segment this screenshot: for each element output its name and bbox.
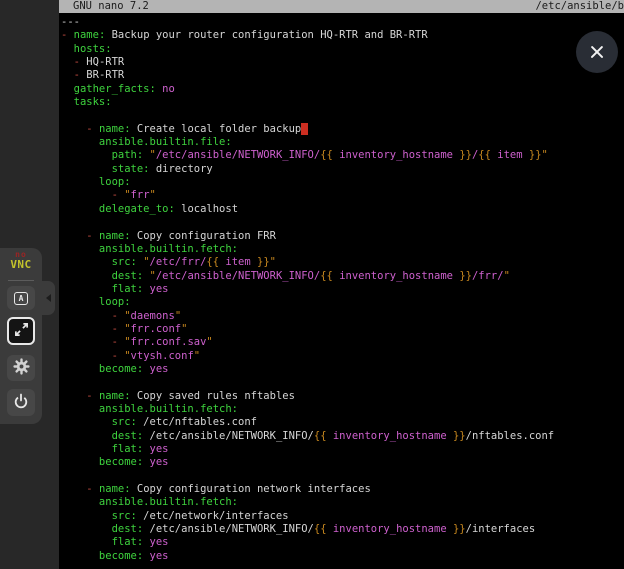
keyboard-button[interactable]: A bbox=[7, 286, 35, 310]
panel-divider bbox=[8, 280, 34, 281]
power-icon bbox=[13, 393, 29, 413]
nano-titlebar: GNU nano 7.2 /etc/ansible/b bbox=[59, 0, 624, 13]
code-line: - HQ-RTR bbox=[61, 56, 624, 69]
gear-icon bbox=[13, 358, 30, 379]
code-line: become: yes bbox=[61, 363, 624, 376]
code-line: become: yes bbox=[61, 456, 624, 469]
expand-icon bbox=[14, 322, 29, 341]
code-line: flat: yes bbox=[61, 536, 624, 549]
fullscreen-button[interactable] bbox=[7, 317, 35, 345]
code-line: src: "/etc/frr/{{ item }}" bbox=[61, 256, 624, 269]
code-line: delegate_to: localhost bbox=[61, 203, 624, 216]
code-line: flat: yes bbox=[61, 283, 624, 296]
code-line: - "frr.conf" bbox=[61, 323, 624, 336]
code-line bbox=[61, 216, 624, 229]
code-line: - name: Backup your router configuration… bbox=[61, 29, 624, 42]
code-line: ansible.builtin.fetch: bbox=[61, 403, 624, 416]
code-line: become: yes bbox=[61, 550, 624, 563]
code-line bbox=[61, 109, 624, 122]
code-line: path: "/etc/ansible/NETWORK_INFO/{{ inve… bbox=[61, 149, 624, 162]
code-line: - "frr" bbox=[61, 189, 624, 202]
code-line: src: /etc/nftables.conf bbox=[61, 416, 624, 429]
code-line: ansible.builtin.file: bbox=[61, 136, 624, 149]
code-line: --- bbox=[61, 16, 624, 29]
chevron-left-icon bbox=[46, 294, 51, 302]
editor-content[interactable]: ---- name: Backup your router configurat… bbox=[59, 13, 624, 563]
code-line: loop: bbox=[61, 176, 624, 189]
code-line: state: directory bbox=[61, 163, 624, 176]
code-line: - "frr.conf.sav" bbox=[61, 336, 624, 349]
code-line: - name: Copy configuration FRR bbox=[61, 230, 624, 243]
nano-version: GNU nano 7.2 bbox=[73, 0, 149, 13]
code-line: - name: Copy configuration network inter… bbox=[61, 483, 624, 496]
code-line: gather_facts: no bbox=[61, 83, 624, 96]
code-line: - BR-RTR bbox=[61, 69, 624, 82]
code-line: loop: bbox=[61, 296, 624, 309]
code-line: hosts: bbox=[61, 43, 624, 56]
code-line bbox=[61, 376, 624, 389]
code-line: - name: Create local folder backup bbox=[61, 123, 624, 136]
code-line: ansible.builtin.fetch: bbox=[61, 243, 624, 256]
settings-button[interactable] bbox=[7, 355, 35, 381]
code-line bbox=[61, 470, 624, 483]
code-line: tasks: bbox=[61, 96, 624, 109]
code-line: dest: /etc/ansible/NETWORK_INFO/{{ inven… bbox=[61, 430, 624, 443]
nano-filepath: /etc/ansible/b bbox=[535, 0, 624, 13]
control-panel-handle[interactable] bbox=[41, 281, 55, 315]
code-line: ansible.builtin.fetch: bbox=[61, 496, 624, 509]
vnc-control-panel: no VNC A bbox=[0, 248, 42, 424]
code-line: dest: /etc/ansible/NETWORK_INFO/{{ inven… bbox=[61, 523, 624, 536]
power-button[interactable] bbox=[7, 389, 35, 416]
novnc-logo-vnc: VNC bbox=[0, 259, 42, 270]
code-line: dest: "/etc/ansible/NETWORK_INFO/{{ inve… bbox=[61, 270, 624, 283]
keyboard-a-icon: A bbox=[14, 292, 28, 305]
code-line: - name: Copy saved rules nftables bbox=[61, 390, 624, 403]
novnc-logo: no VNC bbox=[0, 251, 42, 270]
code-line: src: /etc/network/interfaces bbox=[61, 510, 624, 523]
vnc-screen[interactable]: GNU nano 7.2 /etc/ansible/b ---- name: B… bbox=[59, 0, 624, 569]
code-line: flat: yes bbox=[61, 443, 624, 456]
close-button[interactable] bbox=[576, 31, 618, 73]
code-line: - "vtysh.conf" bbox=[61, 350, 624, 363]
code-line: - "daemons" bbox=[61, 310, 624, 323]
